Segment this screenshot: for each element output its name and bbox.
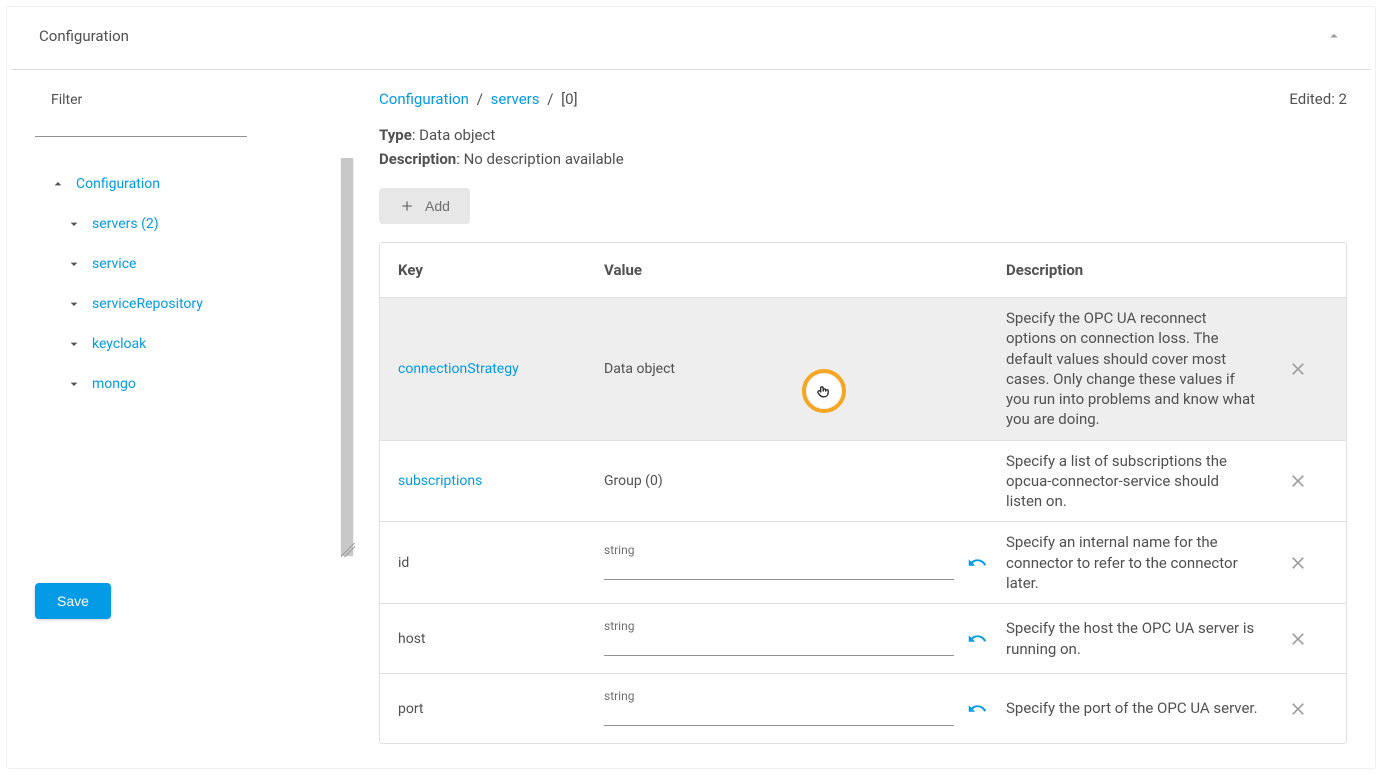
tree-item-label: mongo: [92, 376, 136, 392]
tree-item-servers[interactable]: servers (2): [36, 204, 336, 244]
close-icon[interactable]: [1287, 358, 1309, 380]
tree-item-label: keycloak: [92, 336, 146, 352]
tree-item-service[interactable]: service: [36, 244, 336, 284]
key-text-id: id: [398, 555, 409, 571]
panel-title: Configuration: [39, 27, 129, 45]
tree-item-label: service: [92, 256, 136, 272]
chevron-down-icon: [62, 376, 86, 392]
scrollbar[interactable]: [340, 158, 354, 556]
description-text: Specify a list of subscriptions the opcu…: [1006, 451, 1258, 512]
table-row: portstringSpecify the port of the OPC UA…: [380, 673, 1346, 743]
chevron-down-icon: [62, 256, 86, 272]
table-row: connectionStrategy Data object Specify the…: [380, 297, 1346, 440]
value-text: Group (0): [604, 473, 663, 489]
tree-item-mongo[interactable]: mongo: [36, 364, 336, 404]
table-row: hoststringSpecify the host the OPC UA se…: [380, 603, 1346, 673]
type-line: Type: Data object: [379, 126, 1347, 144]
description-line: Description: No description available: [379, 150, 1347, 168]
plus-icon: [399, 198, 415, 214]
key-link-subscriptions[interactable]: subscriptions: [398, 473, 482, 489]
edited-count: Edited: 2: [1289, 90, 1347, 108]
properties-table: Key Value Description connectionStrategy…: [379, 242, 1347, 744]
value-input-id[interactable]: [604, 545, 954, 580]
chevron-down-icon: [62, 216, 86, 232]
description-text: Specify an internal name for the connect…: [1006, 532, 1258, 593]
tree-item-label: servers (2): [92, 216, 159, 232]
add-button[interactable]: Add: [379, 188, 470, 224]
close-icon[interactable]: [1287, 628, 1309, 650]
close-icon[interactable]: [1287, 698, 1309, 720]
description-text: Specify the OPC UA reconnect options on …: [1006, 308, 1258, 430]
chevron-up-icon: [46, 176, 70, 192]
tree-item-serviceRepository[interactable]: serviceRepository: [36, 284, 336, 324]
save-button[interactable]: Save: [35, 583, 111, 619]
col-value: Value: [604, 261, 1006, 279]
tree-root-label: Configuration: [76, 176, 160, 192]
breadcrumb-configuration[interactable]: Configuration: [379, 90, 469, 108]
config-tree: Configuration servers (2) service serviceR…: [36, 158, 354, 404]
filter-label: Filter: [51, 92, 355, 108]
key-text-host: host: [398, 631, 426, 647]
breadcrumb-current: [0]: [561, 90, 577, 108]
panel-header[interactable]: Configuration: [11, 7, 1371, 70]
close-icon[interactable]: [1287, 552, 1309, 574]
table-row: idstringSpecify an internal name for the…: [380, 521, 1346, 603]
undo-icon[interactable]: [966, 628, 988, 650]
chevron-down-icon: [62, 336, 86, 352]
close-icon[interactable]: [1287, 470, 1309, 492]
filter-input[interactable]: [35, 112, 247, 137]
value-input-port[interactable]: [604, 691, 954, 726]
value-text: Data object: [604, 361, 675, 377]
col-key: Key: [398, 261, 604, 279]
resize-handle[interactable]: [341, 543, 355, 557]
chevron-down-icon: [62, 296, 86, 312]
description-text: Specify the host the OPC UA server is ru…: [1006, 618, 1258, 659]
value-input-host[interactable]: [604, 621, 954, 656]
key-text-port: port: [398, 701, 424, 717]
undo-icon[interactable]: [966, 552, 988, 574]
breadcrumb-servers[interactable]: servers: [491, 90, 540, 108]
key-link-connectionStrategy[interactable]: connectionStrategy: [398, 361, 519, 377]
col-desc: Description: [1006, 261, 1268, 279]
chevron-up-icon: [1325, 27, 1343, 45]
add-button-label: Add: [425, 198, 450, 214]
tree-item-label: serviceRepository: [92, 296, 203, 312]
tree-item-keycloak[interactable]: keycloak: [36, 324, 336, 364]
breadcrumb: Configuration / servers / [0]: [379, 90, 578, 108]
table-row: subscriptions Group (0) Specify a list of …: [380, 440, 1346, 522]
tree-root[interactable]: Configuration: [36, 164, 336, 204]
undo-icon[interactable]: [966, 698, 988, 720]
